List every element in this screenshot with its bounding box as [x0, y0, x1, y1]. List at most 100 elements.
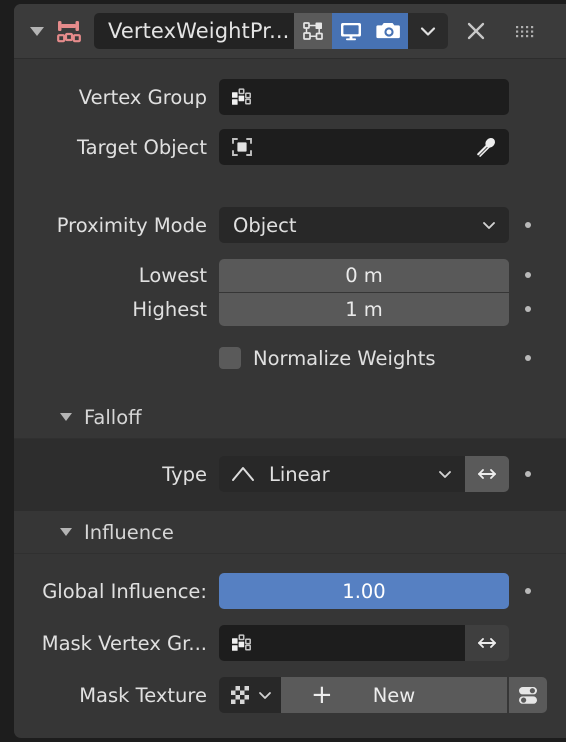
vertex-group-input[interactable] [219, 79, 509, 115]
decorator-dot[interactable] [525, 222, 531, 228]
mask-texture-settings-toggle[interactable] [509, 677, 547, 713]
falloff-type-decorator [509, 471, 547, 477]
highest-label: Highest [132, 297, 207, 321]
eyedropper-icon [477, 137, 496, 157]
texture-checker-icon [230, 686, 249, 704]
delete-modifier-button[interactable] [454, 11, 498, 51]
falloff-subpanel-header[interactable]: Falloff [14, 396, 566, 438]
close-x-icon [467, 22, 485, 40]
decorator-dot[interactable] [525, 272, 531, 278]
global-influence-row: Global Influence: 1.00 [14, 572, 566, 610]
lowest-control: 0 m [219, 258, 509, 292]
edit-mode-display-toggle[interactable] [294, 13, 332, 49]
decorator-dot[interactable] [525, 355, 531, 361]
vertex-group-icon [232, 634, 251, 651]
normalize-weights-checkbox[interactable]: Normalize Weights [219, 347, 436, 370]
vertex-group-label: Vertex Group [78, 85, 207, 109]
falloff-type-control: Linear [219, 456, 509, 492]
chevron-down-icon [258, 692, 271, 699]
target-object-eyedropper-button[interactable] [473, 134, 499, 160]
target-object-input[interactable] [219, 129, 509, 165]
mask-texture-row: Mask Texture + New [14, 676, 566, 714]
left-right-arrows-icon [478, 469, 496, 479]
realtime-display-toggle[interactable] [332, 13, 370, 49]
modifier-name-text: VertexWeightPr... [108, 19, 290, 43]
mask-vertex-group-label: Mask Vertex Gr... [41, 631, 207, 655]
camera-icon [376, 22, 400, 39]
global-influence-slider[interactable]: 1.00 [219, 573, 509, 609]
decorator-dot[interactable] [525, 306, 531, 312]
global-influence-decorator [509, 588, 547, 594]
chevron-down-icon [420, 27, 436, 36]
lowest-value: 0 m [345, 263, 383, 287]
triangle-down-icon [30, 26, 44, 36]
mask-texture-browse-button[interactable] [219, 677, 281, 713]
normalize-weights-row: Normalize Weights [14, 339, 566, 377]
mask-vertex-group-row: Mask Vertex Gr... [14, 624, 566, 662]
modifier-header: VertexWeightPr... [14, 4, 566, 59]
chevron-down-icon [435, 464, 455, 484]
lowest-row: Lowest 0 m [14, 258, 566, 292]
mask-texture-new-button[interactable]: + New [281, 677, 507, 713]
normalize-weights-control: Normalize Weights [219, 340, 509, 376]
highest-decorator [509, 306, 547, 312]
normalize-weights-decorator [509, 355, 547, 361]
proximity-mode-row: Proximity Mode Object [14, 206, 566, 244]
falloff-title: Falloff [84, 405, 142, 429]
triangle-down-icon [60, 528, 72, 536]
display-monitor-icon [341, 23, 361, 41]
vertex-group-control [219, 79, 509, 115]
texture-settings-icon [519, 687, 537, 704]
mask-vertex-group-invert-toggle[interactable] [465, 625, 509, 661]
decorator-dot[interactable] [525, 588, 531, 594]
mask-texture-new-label: New [372, 683, 416, 707]
target-object-label: Target Object [76, 135, 207, 159]
proximity-mode-control: Object [219, 207, 509, 243]
render-display-toggle[interactable] [370, 13, 408, 49]
target-object-row: Target Object [14, 128, 566, 166]
object-icon [232, 138, 252, 156]
edit-mode-icon [303, 22, 323, 40]
proximity-mode-label: Proximity Mode [56, 213, 207, 237]
falloff-type-select[interactable]: Linear [219, 456, 465, 492]
falloff-type-row: Type Linear [14, 455, 566, 493]
blender-modifier-panel-root: VertexWeightPr... Vertex Group Target Ob… [0, 0, 566, 742]
highest-control: 1 m [219, 292, 509, 326]
lowest-decorator [509, 272, 547, 278]
target-object-control [219, 129, 509, 165]
proximity-mode-value: Object [233, 213, 297, 237]
modifier-body: Vertex Group Target Object Proximity Mod… [14, 59, 566, 724]
global-influence-control: 1.00 [219, 573, 509, 609]
mask-vertex-group-input[interactable] [219, 625, 465, 661]
influence-title: Influence [84, 520, 174, 544]
lowest-input[interactable]: 0 m [219, 258, 509, 292]
highest-input[interactable]: 1 m [219, 292, 509, 326]
falloff-type-label: Type [162, 462, 207, 486]
chevron-down-icon [479, 215, 499, 235]
falloff-subpanel-body: Type Linear [14, 439, 566, 511]
highest-value: 1 m [345, 297, 383, 321]
mask-texture-control: + New [219, 677, 547, 713]
vertex-group-icon [232, 88, 251, 105]
falloff-type-value: Linear [269, 462, 330, 486]
normalize-weights-label: Normalize Weights [253, 346, 436, 370]
proximity-mode-select[interactable]: Object [219, 207, 509, 243]
triangle-down-icon [60, 413, 72, 421]
global-influence-label: Global Influence: [42, 579, 207, 603]
falloff-invert-toggle[interactable] [465, 456, 509, 492]
drag-handle-icon[interactable] [502, 11, 548, 51]
highest-row: Highest 1 m [14, 292, 566, 326]
checkbox-box-icon [219, 347, 241, 369]
modifier-panel: VertexWeightPr... Vertex Group Target Ob… [14, 4, 566, 738]
plus-icon: + [311, 680, 333, 710]
modifier-extras-dropdown[interactable] [408, 13, 448, 49]
influence-subpanel-body: Global Influence: 1.00 Mask Vertex Gr... [14, 554, 566, 724]
vertex-weight-proximity-icon [52, 11, 86, 51]
expand-modifier-toggle[interactable] [24, 11, 50, 51]
influence-subpanel-header[interactable]: Influence [14, 511, 566, 553]
mask-texture-label: Mask Texture [79, 683, 207, 707]
left-right-arrows-icon [478, 638, 496, 648]
lowest-label: Lowest [138, 263, 207, 287]
decorator-dot[interactable] [525, 471, 531, 477]
modifier-name-input[interactable]: VertexWeightPr... [94, 13, 294, 49]
